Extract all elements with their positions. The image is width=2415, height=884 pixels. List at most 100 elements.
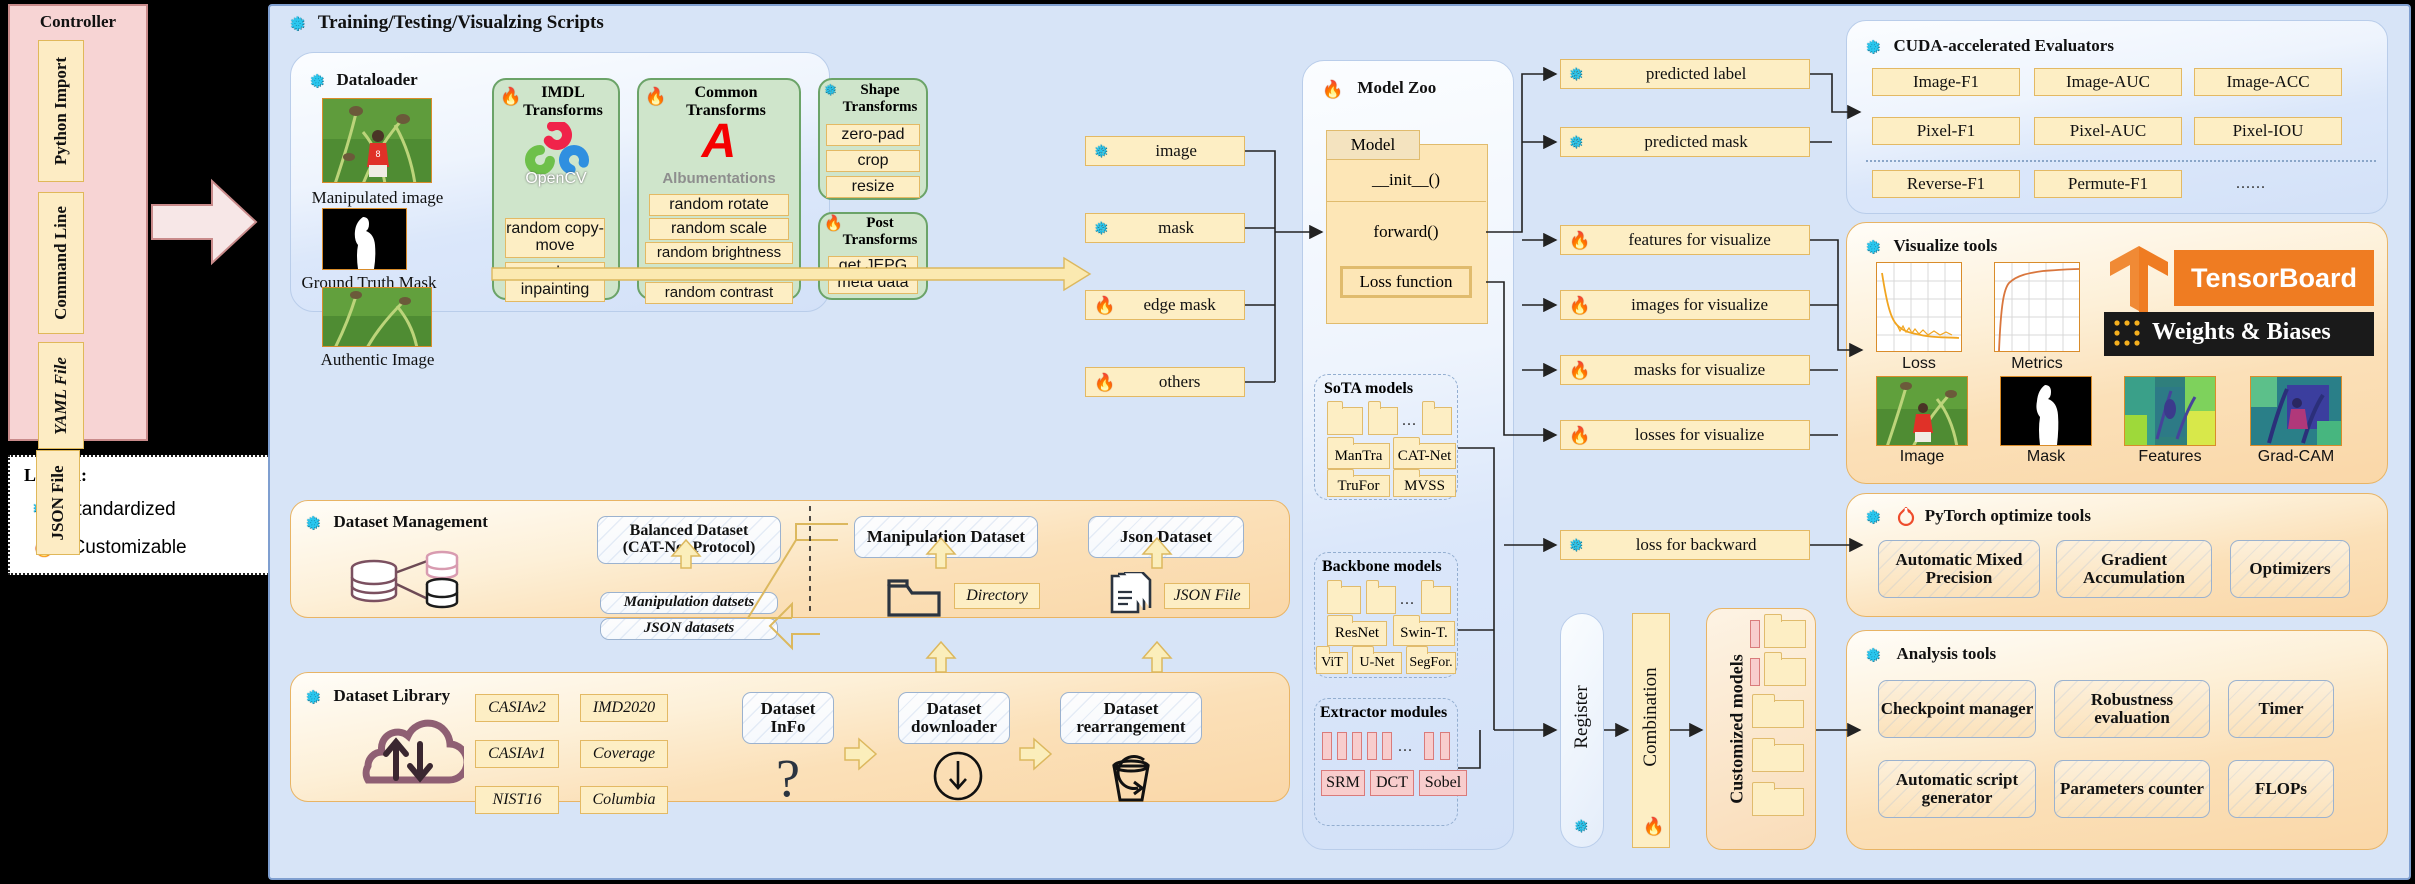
evaluator-image-f1[interactable]: Image-F1 xyxy=(1872,68,2020,96)
tensorboard-logo-icon xyxy=(2110,246,2168,320)
extractor-module-srm[interactable]: SRM xyxy=(1321,770,1365,796)
combination-pill[interactable]: Combination 🔥 xyxy=(1632,613,1670,848)
imdl-item-random-copy-move[interactable]: random copy-move xyxy=(505,218,605,258)
tile-label: random scale xyxy=(670,219,768,237)
tile-label: random brightness xyxy=(656,244,782,262)
folder-label: U-Net xyxy=(1359,655,1395,670)
folder-icon xyxy=(1763,614,1806,648)
pytorch-tools-title: PyTorch optimize tools xyxy=(1924,506,2091,525)
controller-item-json-file[interactable]: JSON File xyxy=(36,450,80,555)
json-dataset-box[interactable]: Json Dataset xyxy=(1088,516,1244,558)
dataset-casiav2[interactable]: CASIAv2 xyxy=(475,694,559,722)
dataset-nist16[interactable]: NIST16 xyxy=(475,786,559,814)
model-output-losses-visualize[interactable]: 🔥 losses for visualize xyxy=(1560,420,1810,450)
evaluator-pixel-auc[interactable]: Pixel-AUC xyxy=(2034,117,2182,145)
evaluator-label: Image-AUC xyxy=(2065,72,2151,92)
json-file-label: JSON File xyxy=(1173,586,1241,604)
common-item-random-rotate[interactable]: random rotate xyxy=(649,194,789,216)
output-mask[interactable]: ❅ mask xyxy=(1085,213,1245,243)
pytorch-tool-gradient-accumulation[interactable]: Gradient Accumulation xyxy=(2056,540,2212,598)
backbone-model-segformer[interactable]: SegFor. xyxy=(1405,646,1456,674)
imdl-item-random-inpainting[interactable]: random inpainting xyxy=(505,262,605,302)
output-others[interactable]: 🔥 others xyxy=(1085,367,1245,397)
common-item-random-scale[interactable]: random scale xyxy=(649,218,789,240)
dataset-columbia[interactable]: Columbia xyxy=(580,786,668,814)
snowflake-icon: ❅ xyxy=(1574,817,1589,836)
analysis-tool-checkpoint-manager[interactable]: Checkpoint manager xyxy=(1878,680,2036,738)
sota-model-trufor[interactable]: TruFor xyxy=(1326,469,1390,497)
controller-item-python-import[interactable]: Python Import xyxy=(38,40,84,182)
sota-model-mantra[interactable]: ManTra xyxy=(1326,437,1390,469)
fire-icon: 🔥 xyxy=(1094,372,1116,392)
analysis-tool-parameters-counter[interactable]: Parameters counter xyxy=(2054,760,2210,818)
controller-item-yaml-file[interactable]: YAML File xyxy=(38,342,84,449)
evaluators-ellipsis: ...... xyxy=(2236,175,2266,192)
snowflake-icon: ❅ xyxy=(1866,507,1881,527)
evaluator-pixel-f1[interactable]: Pixel-F1 xyxy=(1872,117,2020,145)
evaluator-reverse-f1[interactable]: Reverse-F1 xyxy=(1872,170,2020,198)
model-output-label: predicted label xyxy=(1645,64,1747,83)
manipulation-dataset-box[interactable]: Manipulation Dataset xyxy=(854,516,1038,558)
post-item-get-jpeg-meta[interactable]: get JEPG meta data xyxy=(828,256,918,294)
extractor-bar-icon xyxy=(1424,732,1434,760)
main-title-row: ❅ Training/Testing/Visualzing Scripts xyxy=(290,12,604,34)
shape-item-zero-pad[interactable]: zero-pad xyxy=(826,124,920,146)
output-edge-mask[interactable]: 🔥 edge mask xyxy=(1085,290,1245,320)
model-output-features-visualize[interactable]: 🔥 features for visualize xyxy=(1560,225,1810,255)
manipulation-datasets-box[interactable]: Manipulation datsets xyxy=(600,592,778,614)
analysis-tool-script-generator[interactable]: Automatic script generator xyxy=(1878,760,2036,818)
fire-icon: 🔥 xyxy=(1322,79,1344,99)
dataset-coverage[interactable]: Coverage xyxy=(580,740,668,768)
backbone-model-swin-t[interactable]: Swin-T. xyxy=(1392,615,1455,646)
register-pill[interactable]: Register ❅ xyxy=(1560,613,1604,848)
balanced-dataset-box[interactable]: Balanced Dataset (CAT-Net Protocol) xyxy=(597,516,781,564)
model-output-predicted-mask[interactable]: ❅ predicted mask xyxy=(1560,127,1810,157)
backbone-model-vit[interactable]: ViT xyxy=(1315,646,1348,674)
loss-function-label: Loss function xyxy=(1359,272,1453,291)
model-output-predicted-label[interactable]: ❅ predicted label xyxy=(1560,59,1810,89)
folder-outline-icon xyxy=(887,579,941,617)
evaluator-pixel-iou[interactable]: Pixel-IOU xyxy=(2194,117,2342,145)
output-image[interactable]: ❅ image xyxy=(1085,136,1245,166)
chart-metrics xyxy=(1994,262,2080,352)
pytorch-tool-amp[interactable]: Automatic Mixed Precision xyxy=(1878,540,2040,598)
model-output-loss-backward[interactable]: ❅ loss for backward xyxy=(1560,530,1810,560)
loss-function-box[interactable]: Loss function xyxy=(1340,266,1472,298)
dataset-imd2020[interactable]: IMD2020 xyxy=(580,694,668,722)
snowflake-icon: ❅ xyxy=(1569,535,1584,555)
controller-item-command-line[interactable]: Command Line xyxy=(38,192,84,334)
evaluator-image-auc[interactable]: Image-AUC xyxy=(2034,68,2182,96)
dataset-label: IMD2020 xyxy=(592,698,656,716)
extractor-bar-icon xyxy=(1322,732,1332,760)
extractor-module-dct[interactable]: DCT xyxy=(1370,770,1414,796)
shape-item-resize[interactable]: resize xyxy=(826,176,920,198)
model-output-images-visualize[interactable]: 🔥 images for visualize xyxy=(1560,290,1810,320)
shape-item-crop[interactable]: crop xyxy=(826,150,920,172)
sota-model-catnet[interactable]: CAT-Net xyxy=(1392,437,1456,469)
tool-label: Robustness evaluation xyxy=(2090,690,2174,727)
model-class-forward-label: forward() xyxy=(1373,222,1439,241)
evaluator-permute-f1[interactable]: Permute-F1 xyxy=(2034,170,2182,198)
dataset-info-box[interactable]: Dataset InFo xyxy=(742,692,834,744)
extractor-module-sobel[interactable]: Sobel xyxy=(1419,770,1467,796)
sota-model-mvss[interactable]: MVSS xyxy=(1392,469,1456,497)
backbone-model-resnet[interactable]: ResNet xyxy=(1326,615,1387,646)
model-zoo-title: Model Zoo xyxy=(1357,78,1437,97)
register-label: Register xyxy=(1571,684,1592,749)
dataset-rearrangement-box[interactable]: Dataset rearrangement xyxy=(1060,692,1202,744)
dataset-casiav1[interactable]: CASIAv1 xyxy=(475,740,559,768)
dataset-downloader-box[interactable]: Dataset downloader xyxy=(898,692,1010,744)
model-zoo-title-row: 🔥 Model Zoo xyxy=(1322,78,1436,98)
evaluator-image-acc[interactable]: Image-ACC xyxy=(2194,68,2342,96)
folder-label: Swin-T. xyxy=(1400,625,1448,641)
analysis-tool-flops[interactable]: FLOPs xyxy=(2228,760,2334,818)
common-item-random-brightness[interactable]: random brightness xyxy=(645,242,793,264)
model-output-label: masks for visualize xyxy=(1633,360,1766,379)
json-datasets-box[interactable]: JSON datasets xyxy=(600,618,778,640)
backbone-model-unet[interactable]: U-Net xyxy=(1351,646,1402,674)
analysis-tool-robustness-evaluation[interactable]: Robustness evaluation xyxy=(2054,680,2210,738)
common-item-random-contrast[interactable]: random contrast xyxy=(645,282,793,304)
pytorch-tool-optimizers[interactable]: Optimizers xyxy=(2230,540,2350,598)
model-output-masks-visualize[interactable]: 🔥 masks for visualize xyxy=(1560,355,1810,385)
analysis-tool-timer[interactable]: Timer xyxy=(2228,680,2334,738)
